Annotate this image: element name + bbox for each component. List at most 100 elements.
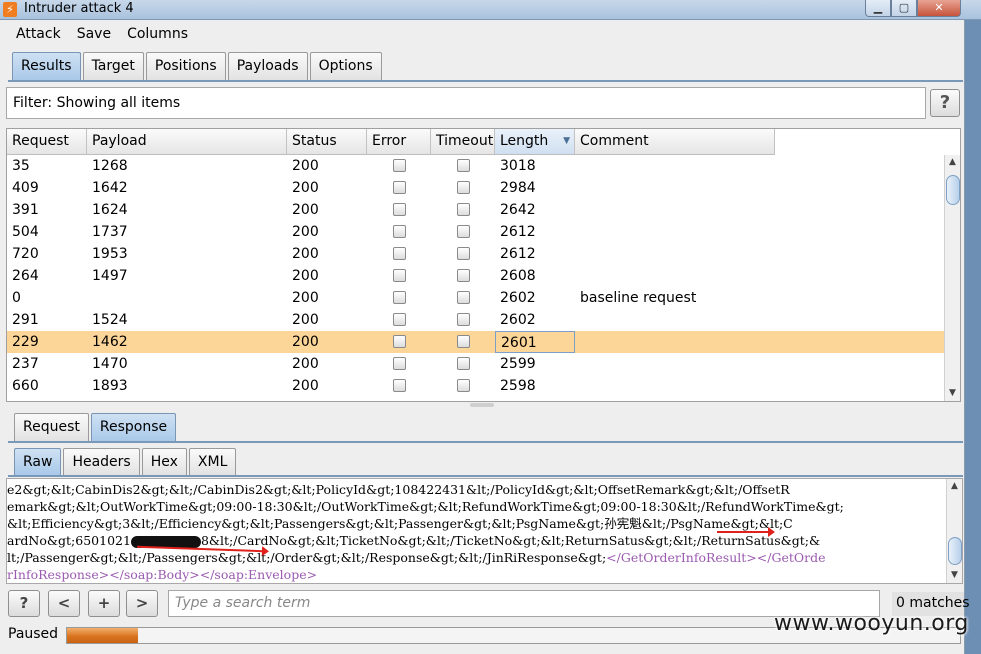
tab-positions[interactable]: Positions — [145, 52, 226, 80]
search-add-button[interactable]: + — [88, 590, 120, 617]
column-request[interactable]: Request — [7, 129, 87, 155]
error-checkbox[interactable] — [392, 247, 406, 260]
table-row[interactable]: 660 1893 200 2598 — [7, 375, 945, 397]
scroll-up-icon[interactable]: ▲ — [947, 479, 962, 494]
cell-request: 264 — [12, 268, 39, 284]
timeout-checkbox[interactable] — [456, 247, 470, 260]
table-scrollbar[interactable]: ▲ ▼ — [944, 155, 960, 401]
column-status[interactable]: Status — [287, 129, 367, 155]
red-arrow-annotation — [717, 527, 775, 537]
error-checkbox[interactable] — [392, 225, 406, 238]
response-text[interactable]: e2&gt;&lt;CabinDis2&gt;&lt;/CabinDis2&gt… — [7, 481, 947, 583]
cell-status: 200 — [292, 356, 319, 372]
timeout-checkbox[interactable] — [456, 225, 470, 238]
tab-xml[interactable]: XML — [188, 448, 237, 475]
timeout-checkbox[interactable] — [456, 313, 470, 326]
column-payload[interactable]: Payload — [87, 129, 287, 155]
menu-bar: Attack Save Columns — [0, 22, 196, 48]
title-bar[interactable]: ⚡ Intruder attack 4 ▁ ▢ ✕ — [0, 0, 981, 20]
close-button[interactable]: ✕ — [917, 0, 961, 17]
error-checkbox[interactable] — [392, 335, 406, 348]
table-row[interactable]: 229 1462 200 2601 — [7, 331, 945, 353]
table-row[interactable]: 264 1497 200 2608 — [7, 265, 945, 287]
error-checkbox[interactable] — [392, 181, 406, 194]
menu-columns[interactable]: Columns — [119, 22, 196, 48]
table-cell — [431, 221, 495, 243]
main-tabs: Results Target Positions Payloads Option… — [12, 52, 384, 80]
cell-length: 2598 — [500, 378, 536, 394]
timeout-checkbox[interactable] — [456, 335, 470, 348]
table-row[interactable]: 291 1524 200 2602 — [7, 309, 945, 331]
table-row[interactable]: 391 1624 200 2642 — [7, 199, 945, 221]
tab-payloads[interactable]: Payloads — [227, 52, 308, 80]
tab-target[interactable]: Target — [82, 52, 144, 80]
table-row[interactable]: 35 1268 200 3018 — [7, 155, 945, 177]
table-cell — [367, 177, 431, 199]
tab-raw[interactable]: Raw — [14, 448, 62, 475]
tab-response[interactable]: Response — [90, 413, 177, 441]
error-checkbox[interactable] — [392, 203, 406, 216]
timeout-checkbox[interactable] — [456, 379, 470, 392]
cell-comment: baseline request — [580, 290, 697, 306]
search-help-button[interactable]: ? — [8, 590, 40, 617]
menu-save[interactable]: Save — [69, 22, 119, 48]
error-checkbox[interactable] — [392, 269, 406, 282]
watermark-text: www.wooyun.org — [774, 611, 969, 636]
view-tab-underline — [8, 475, 963, 477]
column-length[interactable]: Length ▼ — [495, 129, 575, 155]
cell-payload: 1642 — [92, 180, 128, 196]
table-body: 35 1268 200 3018 409 1642 200 2984 391 1624 200 264… — [7, 155, 945, 397]
filter-bar[interactable]: Filter: Showing all items — [6, 87, 926, 119]
cell-request: 660 — [12, 378, 39, 394]
search-next-button[interactable]: > — [126, 590, 158, 617]
column-comment[interactable]: Comment — [575, 129, 775, 155]
error-checkbox[interactable] — [392, 379, 406, 392]
cell-payload: 1953 — [92, 246, 128, 262]
table-cell — [431, 155, 495, 177]
scroll-up-icon[interactable]: ▲ — [945, 155, 960, 170]
error-checkbox[interactable] — [392, 357, 406, 370]
filter-help-button[interactable]: ? — [930, 89, 960, 117]
maximize-button[interactable]: ▢ — [891, 0, 917, 17]
error-checkbox[interactable] — [392, 159, 406, 172]
timeout-checkbox[interactable] — [456, 269, 470, 282]
search-previous-button[interactable]: < — [48, 590, 80, 617]
table-row[interactable]: 409 1642 200 2984 — [7, 177, 945, 199]
table-cell — [367, 375, 431, 397]
scroll-thumb[interactable] — [946, 175, 960, 205]
response-scrollbar[interactable]: ▲ ▼ — [946, 479, 962, 583]
cell-length: 2612 — [500, 246, 536, 262]
tab-headers[interactable]: Headers — [63, 448, 140, 475]
cell-request: 720 — [12, 246, 39, 262]
table-cell — [367, 243, 431, 265]
split-pane-divider[interactable] — [470, 403, 494, 407]
cell-length: 2599 — [500, 356, 536, 372]
tab-hex[interactable]: Hex — [141, 448, 187, 475]
menu-attack[interactable]: Attack — [8, 22, 69, 48]
scroll-thumb[interactable] — [948, 537, 962, 565]
timeout-checkbox[interactable] — [456, 181, 470, 194]
cell-status: 200 — [292, 158, 319, 174]
tab-request[interactable]: Request — [14, 413, 89, 441]
column-timeout[interactable]: Timeout — [431, 129, 495, 155]
timeout-checkbox[interactable] — [456, 357, 470, 370]
timeout-checkbox[interactable] — [456, 291, 470, 304]
tab-results[interactable]: Results — [12, 52, 81, 80]
cell-request: 237 — [12, 356, 39, 372]
timeout-checkbox[interactable] — [456, 203, 470, 216]
table-row[interactable]: 504 1737 200 2612 — [7, 221, 945, 243]
table-row[interactable]: 0 200 2602 baseline request — [7, 287, 945, 309]
scroll-down-icon[interactable]: ▼ — [947, 568, 962, 583]
table-row[interactable]: 720 1953 200 2612 — [7, 243, 945, 265]
error-checkbox[interactable] — [392, 313, 406, 326]
tab-options[interactable]: Options — [309, 52, 382, 80]
cell-comment — [575, 221, 775, 243]
table-row[interactable]: 237 1470 200 2599 — [7, 353, 945, 375]
timeout-checkbox[interactable] — [456, 159, 470, 172]
scroll-down-icon[interactable]: ▼ — [945, 386, 960, 401]
column-error[interactable]: Error — [367, 129, 431, 155]
minimize-button[interactable]: ▁ — [865, 0, 891, 17]
response-editor[interactable]: e2&gt;&lt;CabinDis2&gt;&lt;/CabinDis2&gt… — [6, 478, 963, 584]
cell-payload: 1462 — [92, 334, 128, 350]
error-checkbox[interactable] — [392, 291, 406, 304]
